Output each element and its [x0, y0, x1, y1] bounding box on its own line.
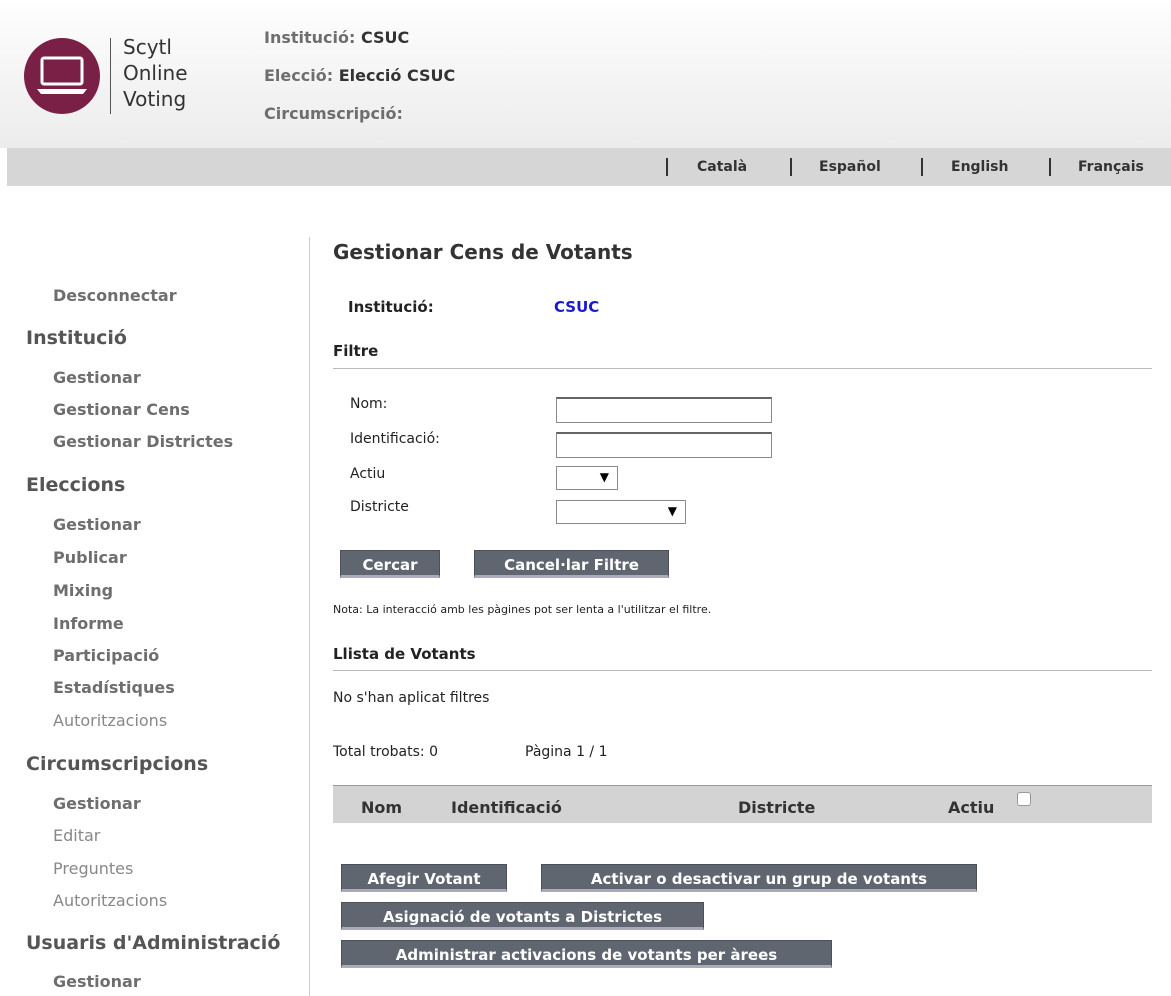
voters-divider [333, 670, 1152, 671]
sidebar-item-participation[interactable]: Participació [53, 646, 159, 665]
language-catala[interactable]: Català [697, 148, 747, 186]
column-header-name[interactable]: Nom [361, 798, 402, 817]
sidebar-item-statistics[interactable]: Estadístiques [53, 678, 175, 697]
sidebar-item-edit[interactable]: Editar [53, 826, 100, 845]
add-voter-button[interactable]: Afegir Votant [341, 864, 507, 892]
chevron-down-icon: ▼ [667, 504, 677, 518]
sidebar-item-election-authorizations[interactable]: Autoritzacions [53, 711, 167, 730]
sidebar-item-mixing[interactable]: Mixing [53, 581, 113, 600]
page-indicator: Pàgina 1 / 1 [525, 744, 608, 760]
column-header-active[interactable]: Actiu [948, 798, 994, 817]
header-election-label: Elecció: [264, 66, 334, 85]
header-district-label: Circumscripció: [264, 104, 403, 123]
assign-districts-button[interactable]: Asignació de votants a Districtes [341, 902, 704, 930]
header-institution-value: CSUC [360, 28, 410, 47]
language-english[interactable]: English [951, 148, 1008, 186]
header-institution-label: Institució: [264, 28, 356, 47]
district-select[interactable]: ▼ [556, 500, 686, 524]
header-institution: Institució: CSUC [264, 28, 409, 47]
app-header: Scytl Online Voting Institució: CSUC Ele… [0, 0, 1171, 148]
cancel-filter-button[interactable]: Cancel·lar Filtre [474, 550, 669, 578]
voters-section-title: Llista de Votants [333, 645, 476, 663]
institution-value: CSUC [554, 298, 600, 316]
sidebar-item-report[interactable]: Informe [53, 614, 124, 633]
toggle-voter-group-button[interactable]: Activar o desactivar un grup de votants [541, 864, 977, 892]
column-header-district[interactable]: Districte [738, 798, 815, 817]
language-francais[interactable]: Français [1078, 148, 1144, 186]
header-election-value: Elecció CSUC [338, 66, 456, 85]
total-found: Total trobats: 0 [333, 744, 438, 760]
filter-divider [333, 368, 1152, 369]
sidebar-item-institution-manage[interactable]: Gestionar [53, 368, 141, 387]
sidebar-divider [309, 237, 310, 996]
active-label: Actiu [350, 466, 386, 482]
name-input[interactable] [556, 397, 772, 423]
institution-label: Institució: [348, 298, 434, 316]
brand-line-1: Scytl [123, 35, 172, 59]
voters-table-header: Nom Identificació Districte Actiu [333, 785, 1152, 823]
sidebar-item-elections-manage[interactable]: Gestionar [53, 515, 141, 534]
brand-name: Scytl Online Voting [123, 34, 188, 112]
sidebar-section-districts: Circumscripcions [26, 753, 209, 775]
sidebar-item-districts-manage[interactable]: Gestionar [53, 794, 141, 813]
language-bar: Català Español English Français [7, 148, 1171, 186]
sidebar-section-institution: Institució [26, 327, 127, 349]
no-filters-text: No s'han aplicat filtres [333, 690, 490, 706]
page-title: Gestionar Cens de Votants [333, 240, 633, 264]
sidebar-item-manage-districts[interactable]: Gestionar Districtes [53, 432, 233, 451]
brand-line-3: Voting [123, 87, 187, 111]
language-separator [921, 158, 923, 176]
language-separator [790, 158, 792, 176]
active-select[interactable]: ▼ [556, 466, 618, 490]
header-election: Elecció: Elecció CSUC [264, 66, 455, 85]
column-header-identification[interactable]: Identificació [451, 798, 562, 817]
search-button[interactable]: Cercar [340, 550, 440, 578]
identification-input[interactable] [556, 432, 772, 458]
brand-line-2: Online [123, 61, 188, 85]
name-label: Nom: [350, 396, 388, 412]
chevron-down-icon: ▼ [599, 470, 609, 484]
manage-activations-button[interactable]: Administrar activacions de votants per à… [341, 940, 832, 968]
district-label: Districte [350, 499, 409, 515]
sidebar-item-admin-users-manage[interactable]: Gestionar [53, 972, 141, 991]
sidebar-item-publish[interactable]: Publicar [53, 548, 127, 567]
filter-section-title: Filtre [333, 342, 379, 360]
header-district: Circumscripció: [264, 104, 403, 123]
filter-note: Nota: La interacció amb les pàgines pot … [333, 603, 712, 616]
sidebar-item-district-authorizations[interactable]: Autoritzacions [53, 891, 167, 910]
laptop-logo-icon [24, 38, 100, 114]
language-espanol[interactable]: Español [819, 148, 881, 186]
language-separator [666, 158, 668, 176]
sidebar-section-elections: Eleccions [26, 474, 126, 496]
select-all-checkbox[interactable] [1017, 792, 1031, 806]
language-separator [1049, 158, 1051, 176]
sidebar-item-manage-census[interactable]: Gestionar Cens [53, 400, 190, 419]
logo-divider [110, 38, 111, 114]
logout-link[interactable]: Desconnectar [53, 286, 177, 305]
sidebar-item-questions[interactable]: Preguntes [53, 859, 133, 878]
sidebar-section-admin-users: Usuaris d'Administració [26, 932, 281, 954]
identification-label: Identificació: [350, 431, 440, 447]
